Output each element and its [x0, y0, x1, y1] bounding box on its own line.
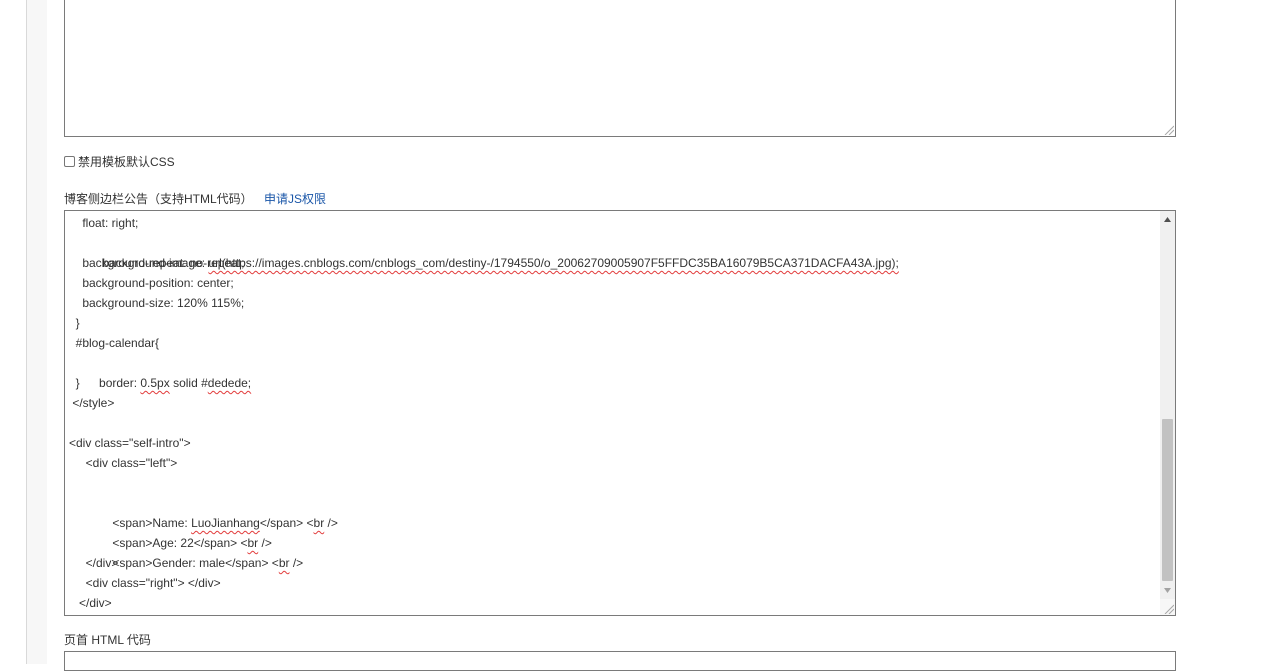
disable-default-css-option[interactable]: 禁用模板默认CSS [64, 152, 175, 170]
code-line-8: border: 0.5px solid #dedede; [69, 353, 1159, 390]
code-line-9: } [69, 376, 80, 390]
code-line-12: <div class="self-intro"> [69, 436, 191, 450]
code-line-10: </style> [69, 396, 115, 410]
code-line-5: background-size: 120% 115%; [69, 296, 245, 310]
code-line-7: #blog-calendar{ [69, 336, 160, 350]
disable-default-css-checkbox[interactable] [64, 155, 75, 167]
scroll-up-button[interactable] [1160, 211, 1175, 228]
request-js-permission-link[interactable]: 申请JS权限 [264, 192, 326, 206]
sidebar-announcement-textarea[interactable]: float: right; background-image: url(http… [64, 210, 1176, 616]
header-html-textarea[interactable] [64, 651, 1176, 671]
code-line-3: background-repeat: no-repeat; [69, 256, 245, 270]
code-line-13: <div class="left"> [69, 456, 178, 470]
page-gutter [27, 0, 47, 664]
announcement-code-content[interactable]: float: right; background-image: url(http… [65, 211, 1159, 615]
scroll-down-button[interactable] [1160, 582, 1175, 599]
sidebar-announcement-label: 博客侧边栏公告（支持HTML代码） 申请JS权限 [64, 190, 326, 207]
code-line-16: <span>Age: 22</span> <br /> [69, 513, 1159, 550]
code-line-2: background-image: url(https://images.cnb… [69, 233, 1159, 270]
code-line-18: </div> [69, 556, 119, 570]
scrollbar-thumb[interactable] [1162, 419, 1173, 581]
code-line-17: <span>Gender: male</span> <br /> [69, 533, 1159, 570]
code-line-6: } [69, 316, 80, 330]
code-line-19: <div class="right"> </div> [69, 576, 221, 590]
header-html-label: 页首 HTML 代码 [64, 633, 151, 647]
code-line-15: <span>Name: LuoJianhang</span> <br /> [69, 493, 1159, 530]
scroll-up-arrow-icon [1164, 217, 1171, 222]
code-line-4: background-position: center; [69, 276, 234, 290]
custom-css-textarea[interactable] [64, 0, 1176, 137]
code-line-1: float: right; [69, 216, 139, 230]
sidebar-announcement-title: 博客侧边栏公告（支持HTML代码） [64, 192, 253, 206]
scroll-down-arrow-icon [1164, 588, 1171, 593]
resize-grip-icon[interactable] [1164, 604, 1174, 614]
resize-grip-icon[interactable] [1164, 125, 1174, 135]
code-line-20: </div> [69, 596, 112, 610]
vertical-scrollbar[interactable] [1160, 211, 1175, 615]
disable-default-css-label: 禁用模板默认CSS [78, 154, 175, 169]
